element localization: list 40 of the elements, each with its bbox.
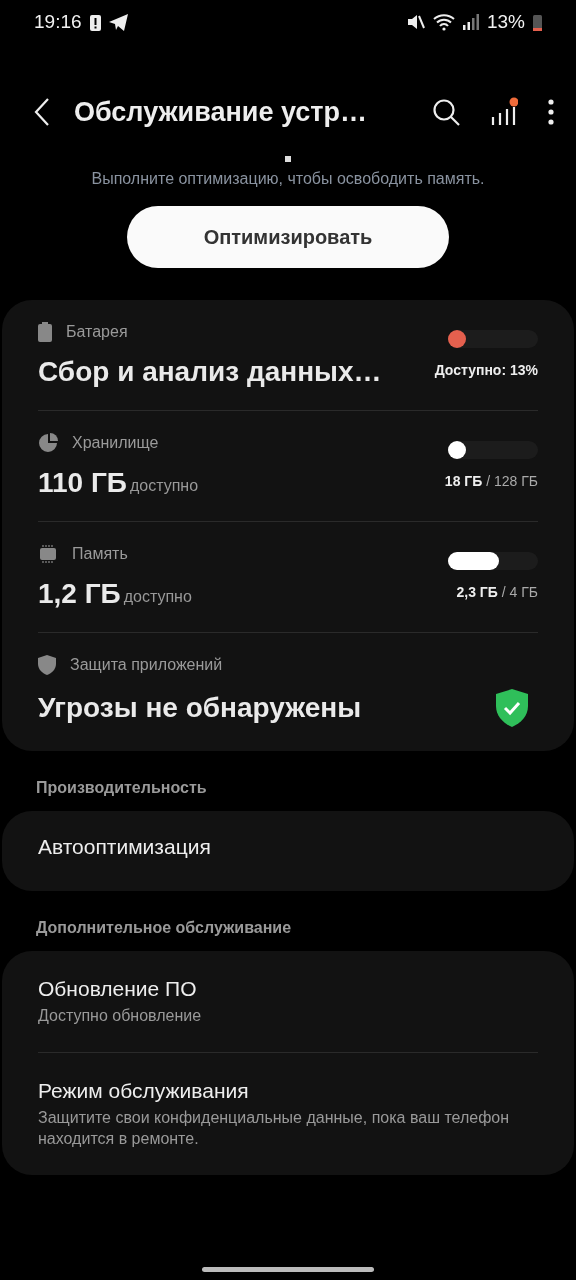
section-label: Батарея — [66, 323, 128, 341]
list-item-subtitle: Доступно обновление — [38, 1006, 203, 1026]
section-header: Дополнительное обслуживание — [35, 919, 293, 937]
usage-reading: Доступно: 13% — [434, 362, 538, 378]
battery-percent: 13% — [486, 11, 525, 33]
battery-icon — [38, 322, 52, 342]
search-button[interactable] — [432, 98, 460, 126]
wifi-icon — [432, 13, 455, 31]
check-shield-icon — [496, 689, 528, 727]
section-label: Хранилище — [72, 434, 159, 452]
pie-icon — [38, 433, 58, 453]
paper-plane-icon — [108, 13, 128, 31]
shield-icon — [38, 655, 56, 675]
usage-reading: 18 ГБ / 128 ГБ — [444, 473, 538, 489]
bar-chart-button[interactable] — [490, 97, 518, 127]
chip-icon — [38, 544, 58, 564]
mute-icon — [406, 13, 425, 31]
usage-reading: 2,3 ГБ / 4 ГБ — [456, 584, 538, 600]
section-header: Производительность — [35, 779, 208, 797]
hint-text: Выполните оптимизацию, чтобы освободить память. — [90, 170, 486, 188]
clock: 19:16 — [34, 11, 82, 33]
window-title: Обслуживание устр… — [74, 96, 367, 128]
section-label: Память — [72, 545, 128, 563]
list-item-title[interactable]: Режим обслуживания — [38, 1079, 538, 1103]
signal-icon — [462, 14, 479, 30]
unit-label: доступно — [123, 588, 192, 606]
back-button[interactable] — [34, 98, 50, 126]
status-value: Сбор и анализ данных… — [38, 356, 382, 388]
section-label: Защита приложений — [70, 656, 223, 674]
unit-label: доступно — [129, 477, 199, 495]
more-options-button[interactable] — [548, 99, 554, 125]
battery-low-icon — [533, 13, 542, 31]
optimize-button[interactable]: Оптимизировать — [127, 206, 449, 268]
list-item-subtitle: Защитите свои конфиденциальные данные, пока ваш телефон находится в ремонте. — [38, 1108, 511, 1149]
status-value: 110 ГБ — [38, 467, 127, 499]
list-item-title[interactable]: Обновление ПО — [38, 977, 538, 1001]
status-value: Угрозы не обнаружены — [38, 692, 362, 724]
battery-alert-icon — [89, 13, 101, 31]
list-item-title[interactable]: Автооптимизация — [38, 835, 538, 859]
status-value: 1,2 ГБ — [38, 578, 121, 610]
